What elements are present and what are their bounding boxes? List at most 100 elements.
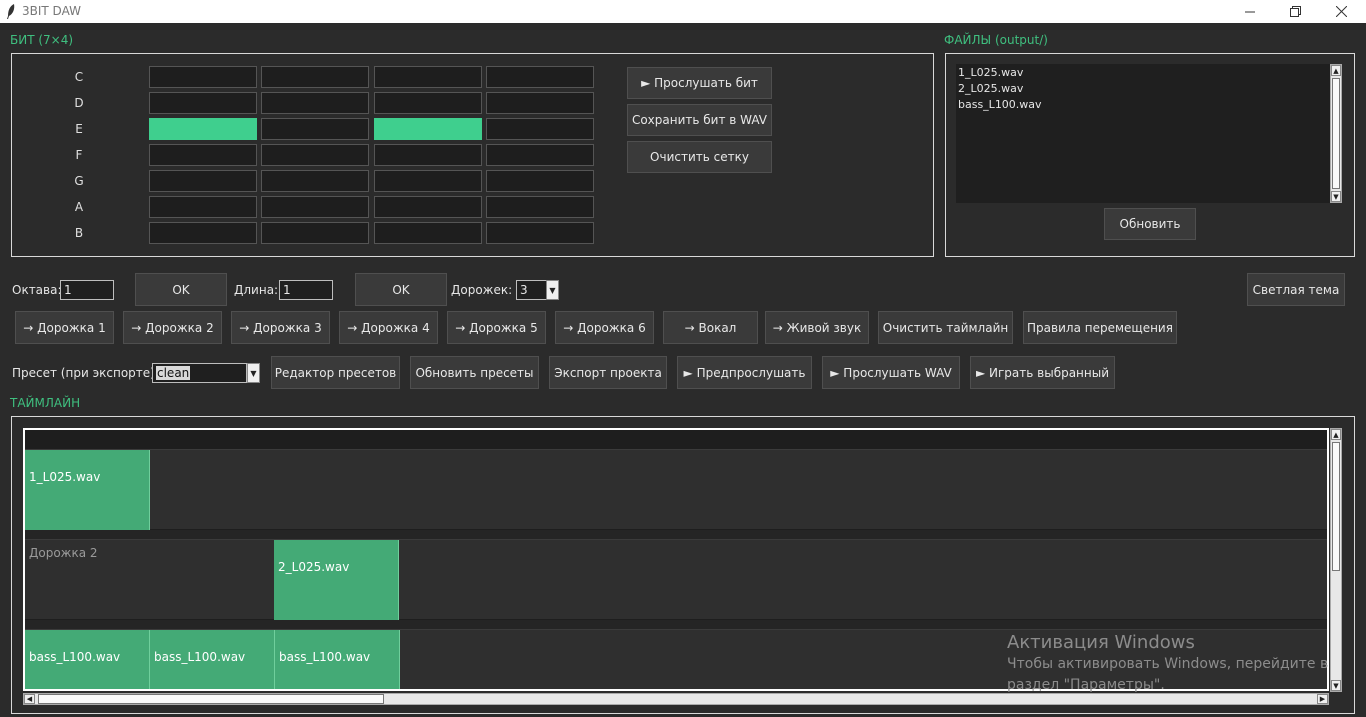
track-divider bbox=[25, 620, 1327, 629]
refresh-files-button[interactable]: Обновить bbox=[1104, 208, 1196, 240]
beat-cell[interactable] bbox=[486, 66, 594, 88]
play-beat-button[interactable]: ► Прослушать бит bbox=[627, 67, 772, 99]
length-input[interactable]: 1 bbox=[279, 280, 333, 300]
route-button[interactable]: → Вокал bbox=[663, 311, 758, 344]
route-button[interactable]: → Дорожка 6 bbox=[555, 311, 654, 344]
preset-action-button[interactable]: ► Прослушать WAV bbox=[822, 356, 960, 389]
beat-cell[interactable] bbox=[261, 144, 369, 166]
note-label: A bbox=[74, 200, 84, 214]
timeline-clip[interactable]: bass_L100.wav bbox=[275, 630, 400, 689]
preset-action-button[interactable]: Экспорт проекта bbox=[549, 356, 667, 389]
light-theme-button[interactable]: Светлая тема bbox=[1247, 273, 1345, 306]
preset-action-button[interactable]: Редактор пресетов bbox=[271, 356, 400, 389]
timeline-section-label: ТАЙМЛАЙН bbox=[10, 396, 81, 410]
timeline-clip[interactable]: 2_L025.wav bbox=[274, 540, 399, 620]
beat-cell[interactable] bbox=[374, 144, 482, 166]
file-item[interactable]: 1_L025.wav bbox=[956, 65, 1330, 81]
files-scrollbar[interactable]: ▲ ▼ bbox=[1330, 64, 1342, 203]
tracks-dropdown-icon[interactable]: ▼ bbox=[546, 280, 559, 300]
restore-icon bbox=[1289, 6, 1301, 17]
file-item[interactable]: bass_L100.wav bbox=[956, 97, 1330, 113]
timeline-vscroll-thumb[interactable] bbox=[1332, 442, 1340, 571]
beat-cell[interactable] bbox=[374, 118, 482, 140]
route-button[interactable]: → Дорожка 2 bbox=[123, 311, 222, 344]
beat-cell[interactable] bbox=[261, 196, 369, 218]
timeline-track-1[interactable]: 1_L025.wav bbox=[25, 449, 1327, 530]
octave-label: Октава: bbox=[12, 283, 62, 297]
scroll-up-icon[interactable]: ▲ bbox=[1331, 65, 1341, 76]
route-button[interactable]: Очистить таймлайн bbox=[878, 311, 1013, 344]
beat-cell[interactable] bbox=[149, 222, 257, 244]
preset-action-button[interactable]: Обновить пресеты bbox=[410, 356, 539, 389]
length-label: Длина: bbox=[234, 283, 279, 297]
beat-cell[interactable] bbox=[374, 222, 482, 244]
scroll-left-icon[interactable]: ◀ bbox=[24, 694, 35, 704]
route-button[interactable]: → Дорожка 5 bbox=[447, 311, 546, 344]
beat-cell[interactable] bbox=[486, 196, 594, 218]
beat-cell[interactable] bbox=[374, 196, 482, 218]
beat-cell[interactable] bbox=[149, 144, 257, 166]
beat-cell[interactable] bbox=[261, 118, 369, 140]
route-button[interactable]: → Живой звук bbox=[765, 311, 869, 344]
save-beat-wav-button[interactable]: Сохранить бит в WAV bbox=[627, 104, 772, 136]
track-name: Дорожка 2 bbox=[29, 546, 98, 560]
file-item[interactable]: 2_L025.wav bbox=[956, 81, 1330, 97]
beat-cell[interactable] bbox=[149, 118, 257, 140]
timeline-clip[interactable]: bass_L100.wav bbox=[25, 630, 150, 689]
beat-cell[interactable] bbox=[486, 92, 594, 114]
preset-action-button[interactable]: ► Предпрослушать bbox=[677, 356, 812, 389]
beat-cell[interactable] bbox=[149, 66, 257, 88]
beat-cell[interactable] bbox=[149, 170, 257, 192]
timeline-clip[interactable]: 1_L025.wav bbox=[25, 450, 150, 530]
route-button[interactable]: Правила перемещения bbox=[1023, 311, 1177, 344]
restore-button[interactable] bbox=[1272, 0, 1318, 23]
note-label: F bbox=[75, 148, 83, 162]
timeline-vertical-scrollbar[interactable]: ▲ ▼ bbox=[1330, 428, 1342, 692]
preset-combobox[interactable]: clean bbox=[152, 363, 247, 383]
minimize-button[interactable] bbox=[1227, 0, 1273, 23]
preset-label: Пресет (при экспорте): bbox=[12, 366, 159, 380]
beat-cell[interactable] bbox=[261, 170, 369, 192]
timeline-hscroll-thumb[interactable] bbox=[38, 694, 384, 704]
clear-grid-button[interactable]: Очистить сетку bbox=[627, 141, 772, 173]
window-title: 3BIT DAW bbox=[22, 4, 81, 18]
tracks-label: Дорожек: bbox=[451, 283, 513, 297]
beat-cell[interactable] bbox=[486, 144, 594, 166]
feather-icon bbox=[7, 4, 15, 19]
note-label: B bbox=[74, 226, 84, 240]
note-label: D bbox=[74, 96, 84, 110]
tracks-spinbox[interactable]: 3 bbox=[516, 280, 547, 300]
title-bar: 3BIT DAW bbox=[0, 0, 1366, 23]
beat-cell[interactable] bbox=[261, 92, 369, 114]
octave-input[interactable]: 1 bbox=[60, 280, 114, 300]
scroll-down-icon[interactable]: ▼ bbox=[1331, 191, 1341, 202]
route-button[interactable]: → Дорожка 3 bbox=[231, 311, 330, 344]
beat-cell[interactable] bbox=[374, 92, 482, 114]
files-listbox[interactable]: 1_L025.wav 2_L025.wav bass_L100.wav bbox=[956, 64, 1330, 203]
close-button[interactable] bbox=[1318, 0, 1364, 23]
route-button[interactable]: → Дорожка 4 bbox=[339, 311, 438, 344]
timeline-clip[interactable]: bass_L100.wav bbox=[150, 630, 275, 689]
beat-cell[interactable] bbox=[149, 92, 257, 114]
preset-dropdown-icon[interactable]: ▼ bbox=[247, 363, 260, 383]
files-scroll-thumb[interactable] bbox=[1332, 78, 1340, 189]
scroll-down-icon[interactable]: ▼ bbox=[1331, 680, 1341, 691]
beat-cell[interactable] bbox=[149, 196, 257, 218]
timeline-track-2[interactable]: Дорожка 2 2_L025.wav bbox=[25, 539, 1327, 620]
route-button[interactable]: → Дорожка 1 bbox=[15, 311, 114, 344]
beat-cell[interactable] bbox=[261, 222, 369, 244]
note-label: G bbox=[74, 174, 84, 188]
scroll-up-icon[interactable]: ▲ bbox=[1331, 429, 1341, 440]
watermark-line: Чтобы активировать Windows, перейдите в bbox=[1007, 656, 1329, 672]
beat-cell[interactable] bbox=[486, 222, 594, 244]
beat-cell[interactable] bbox=[261, 66, 369, 88]
beat-cell[interactable] bbox=[486, 170, 594, 192]
note-label: E bbox=[75, 122, 83, 136]
beat-cell[interactable] bbox=[486, 118, 594, 140]
beat-cell[interactable] bbox=[374, 66, 482, 88]
length-ok-button[interactable]: OK bbox=[355, 273, 447, 306]
beat-cell[interactable] bbox=[374, 170, 482, 192]
preset-action-button[interactable]: ► Играть выбранный bbox=[970, 356, 1115, 389]
windows-activation-watermark: Активация Windows Чтобы активировать Win… bbox=[1007, 632, 1328, 696]
octave-ok-button[interactable]: OK bbox=[135, 273, 227, 306]
